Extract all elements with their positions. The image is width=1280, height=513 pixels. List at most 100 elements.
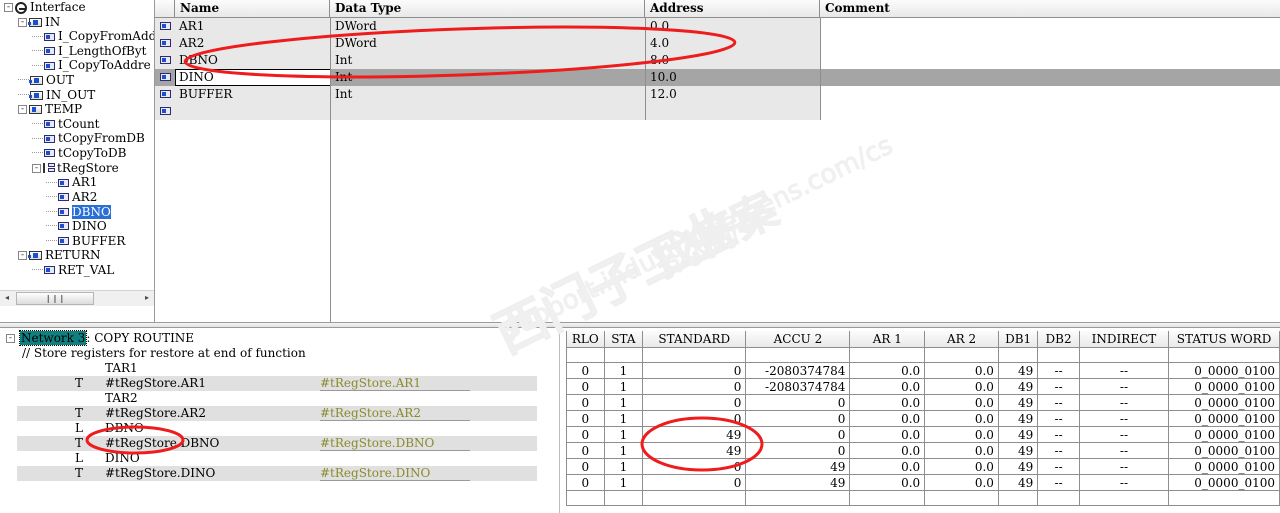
interface-tree[interactable]: - Interface - IN I_CopyFromAdd I_LengthOfByt I…	[0, 0, 154, 303]
column-header-name[interactable]: Name	[175, 0, 330, 17]
declaration-table-body[interactable]: AR1 DWord 0.0 AR2 DWord 4.0 DBNO Int 8.0 DINO Int 1…	[155, 18, 1280, 120]
code-line[interactable]: T #tRegStore.DINO #tRegStore.DINO	[0, 466, 559, 481]
cell-comment[interactable]	[820, 52, 1280, 69]
status-column-header-sta[interactable]: STA	[603, 331, 644, 348]
tree-horizontal-scrollbar[interactable]: ◂ ❙❙❙ ▸	[0, 290, 154, 306]
variable-icon	[44, 32, 55, 41]
variable-icon	[160, 22, 171, 30]
tree-expander-icon[interactable]: -	[18, 251, 27, 261]
tree-item-i-lengthofbyt[interactable]: I_LengthOfByt	[0, 44, 154, 59]
cell-name[interactable]: BUFFER	[175, 86, 330, 103]
code-line[interactable]: // Store registers for restore at end of…	[0, 346, 559, 361]
stl-code-lines[interactable]: // Store registers for restore at end of…	[0, 346, 559, 481]
tree-item-i-copyfromadd[interactable]: I_CopyFromAdd	[0, 29, 154, 44]
cell-name[interactable]: AR1	[175, 18, 330, 35]
cell-data-type[interactable]: DWord	[330, 18, 645, 35]
declaration-row[interactable]: AR1 DWord 0.0	[155, 18, 1280, 35]
status-column-header-ar-2[interactable]: AR 2	[924, 331, 999, 348]
stl-code-panel[interactable]: - Network 3: COPY ROUTINE // Store regist…	[0, 330, 560, 513]
status-cell-sta	[603, 347, 644, 363]
code-line[interactable]: L DINO	[0, 451, 559, 466]
declaration-row[interactable]: DBNO Int 8.0	[155, 52, 1280, 69]
tree-item-tcopyfromdb[interactable]: tCopyFromDB	[0, 131, 154, 146]
declaration-table[interactable]: Name Data Type Address Comment AR1 DWord 0…	[155, 0, 1280, 322]
tree-item-ar1[interactable]: AR1	[0, 175, 154, 190]
tree-item-ret-val[interactable]: RET_VAL	[0, 263, 154, 278]
tree-item-temp[interactable]: - TEMP	[0, 102, 154, 117]
status-cell-db2: --	[1037, 442, 1080, 459]
tree-item-buffer[interactable]: BUFFER	[0, 234, 154, 249]
code-operand: TAR2	[105, 391, 138, 405]
cell-name[interactable]: DINO	[175, 69, 330, 86]
network-title-label[interactable]: Network 3	[18, 330, 88, 346]
column-header-data-type[interactable]: Data Type	[330, 0, 645, 17]
tree-item-interface[interactable]: - Interface	[0, 0, 154, 15]
status-cell-ar-2	[924, 490, 999, 506]
scroll-right-icon[interactable]: ▸	[140, 291, 154, 306]
status-cell-indirect: --	[1078, 442, 1170, 459]
tree-item-dino[interactable]: DINO	[0, 219, 154, 234]
status-column-header-accu-2[interactable]: ACCU 2	[745, 331, 851, 348]
network-header[interactable]: - Network 3: COPY ROUTINE	[0, 330, 559, 346]
cell-data-type[interactable]: Int	[330, 52, 645, 69]
code-line[interactable]: TAR1	[0, 361, 559, 376]
cell-address: 12.0	[650, 87, 677, 101]
cell-comment[interactable]	[820, 69, 1280, 86]
tree-item-dbno[interactable]: DBNO	[0, 204, 154, 219]
tree-item-in[interactable]: - IN	[0, 15, 154, 30]
cell-data-type[interactable]: Int	[330, 86, 645, 103]
cell-name[interactable]	[175, 103, 330, 120]
status-cell-accu-2	[745, 347, 851, 363]
cell-data-type[interactable]: DWord	[330, 35, 645, 52]
cell-comment[interactable]	[820, 86, 1280, 103]
status-cell-standard: 49	[642, 426, 747, 443]
tree-item-i-copytoaddre[interactable]: I_CopyToAddre	[0, 58, 154, 73]
tree-expander-icon[interactable]: -	[18, 17, 27, 27]
status-column-header-standard[interactable]: STANDARD	[642, 331, 747, 348]
tree-expander-icon[interactable]: -	[32, 163, 41, 173]
declaration-row[interactable]	[155, 103, 1280, 120]
tree-expander-icon[interactable]: -	[4, 3, 13, 12]
column-header-comment[interactable]: Comment	[820, 0, 1280, 17]
declaration-row[interactable]: AR2 DWord 4.0	[155, 35, 1280, 52]
scroll-left-icon[interactable]: ◂	[0, 291, 14, 306]
status-cell-accu-2	[745, 490, 851, 506]
code-line[interactable]: TAR2	[0, 391, 559, 406]
tree-expander-icon[interactable]: -	[18, 105, 27, 115]
code-line[interactable]: L DBNO	[0, 421, 559, 436]
status-cell-status-word: 0_0000_0100	[1168, 362, 1280, 379]
tree-item-return[interactable]: - RETURN	[0, 248, 154, 263]
tree-item-out[interactable]: OUT	[0, 73, 154, 88]
tree-item-tregstore[interactable]: - tRegStore	[0, 161, 154, 176]
cell-comment[interactable]	[820, 35, 1280, 52]
status-column-header-status-word[interactable]: STATUS WORD	[1168, 331, 1280, 348]
status-column-header-db2[interactable]: DB2	[1037, 331, 1080, 348]
code-line[interactable]: T #tRegStore.DBNO #tRegStore.DBNO	[0, 436, 559, 451]
program-status-table[interactable]: RLO STA STANDARD ACCU 2 AR 1 AR 2 DB1 DB2 INDIRE…	[566, 331, 1280, 513]
status-cell-db2: --	[1037, 426, 1080, 443]
tree-item-tcount[interactable]: tCount	[0, 117, 154, 132]
cell-name[interactable]: AR2	[175, 35, 330, 52]
interface-tree-panel[interactable]: - Interface - IN I_CopyFromAdd I_LengthOfByt I…	[0, 0, 155, 322]
code-line[interactable]: T #tRegStore.AR1 #tRegStore.AR1	[0, 376, 559, 391]
tree-item-ar2[interactable]: AR2	[0, 190, 154, 205]
cell-name[interactable]: DBNO	[175, 52, 330, 69]
status-column-header-ar-1[interactable]: AR 1	[849, 331, 926, 348]
status-column-header-db1[interactable]: DB1	[997, 331, 1039, 348]
cell-comment[interactable]	[820, 103, 1280, 120]
tree-item-in-out[interactable]: IN_OUT	[0, 88, 154, 103]
status-column-header-indirect[interactable]: INDIRECT	[1078, 331, 1170, 348]
tree-item-tcopytodb[interactable]: tCopyToDB	[0, 146, 154, 161]
network-collapse-icon[interactable]: -	[6, 334, 15, 343]
cell-data-type[interactable]: Int	[330, 69, 645, 86]
scrollbar-thumb[interactable]: ❙❙❙	[16, 292, 94, 305]
status-cell-sta: 1	[603, 458, 644, 475]
cell-data-type[interactable]	[330, 103, 645, 120]
horizontal-splitter[interactable]	[0, 322, 1280, 328]
cell-comment[interactable]	[820, 18, 1280, 35]
status-column-header-rlo[interactable]: RLO	[566, 331, 605, 348]
declaration-row[interactable]: BUFFER Int 12.0	[155, 86, 1280, 103]
column-header-address[interactable]: Address	[645, 0, 820, 17]
code-line[interactable]: T #tRegStore.AR2 #tRegStore.AR2	[0, 406, 559, 421]
declaration-row[interactable]: DINO Int 10.0	[155, 69, 1280, 86]
